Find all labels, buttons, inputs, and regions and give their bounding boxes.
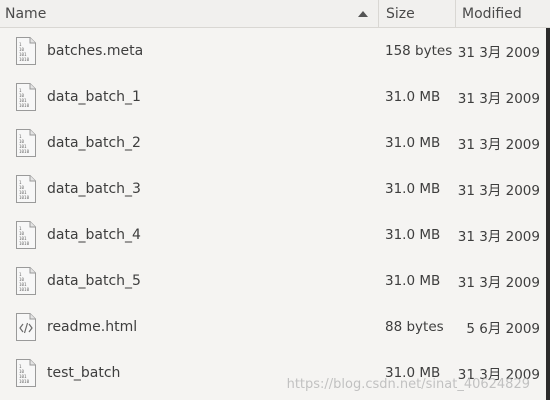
svg-text:1010: 1010 xyxy=(19,241,30,246)
file-size: 31.0 MB xyxy=(385,181,441,197)
file-size: 88 bytes xyxy=(385,319,444,335)
binary-file-icon: 1 10 101 1010 xyxy=(15,221,37,249)
file-row[interactable]: 1 10 101 1010 data_batch_1 31.0 MB 31 3月 20… xyxy=(0,74,550,120)
file-name: data_batch_5 xyxy=(47,273,141,289)
file-modified: 31 3月 2009 xyxy=(457,275,540,291)
file-row[interactable]: 1 10 101 1010 data_batch_4 31.0 MB 31 3月 20… xyxy=(0,212,550,258)
file-name: readme.html xyxy=(47,319,138,335)
svg-text:1010: 1010 xyxy=(19,57,30,62)
binary-file-icon: 1 10 101 1010 xyxy=(15,267,37,295)
sort-ascending-icon xyxy=(358,10,368,17)
file-row[interactable]: 1 10 101 1010 data_batch_2 31.0 MB 31 3月 20… xyxy=(0,120,550,166)
file-modified: 31 3月 2009 xyxy=(457,183,540,199)
column-header: Name Size Modified xyxy=(0,0,550,28)
svg-text:1010: 1010 xyxy=(19,149,30,154)
binary-file-icon: 1 10 101 1010 xyxy=(15,175,37,203)
modified-column-label: Modified xyxy=(462,5,522,22)
html-file-icon xyxy=(15,313,37,341)
size-column-label: Size xyxy=(386,5,415,22)
file-name: data_batch_3 xyxy=(47,181,141,197)
file-modified: 31 3月 2009 xyxy=(457,45,540,61)
file-name: batches.meta xyxy=(47,43,144,59)
file-modified: 5 6月 2009 xyxy=(466,321,540,337)
binary-file-icon: 1 10 101 1010 xyxy=(15,129,37,157)
file-modified: 31 3月 2009 xyxy=(457,91,540,107)
svg-text:1010: 1010 xyxy=(19,287,30,292)
svg-text:1010: 1010 xyxy=(19,103,30,108)
file-modified: 31 3月 2009 xyxy=(457,229,540,245)
svg-text:1010: 1010 xyxy=(19,195,30,200)
file-modified: 31 3月 2009 xyxy=(457,137,540,153)
file-list: 1 10 101 1010 batches.meta 158 bytes 31 3月 … xyxy=(0,28,550,396)
file-size: 158 bytes xyxy=(385,43,453,59)
file-name: data_batch_2 xyxy=(47,135,141,151)
svg-text:1010: 1010 xyxy=(19,379,30,384)
file-size: 31.0 MB xyxy=(385,135,441,151)
window-edge xyxy=(546,28,550,400)
modified-column-header[interactable]: Modified xyxy=(455,0,550,27)
file-name: data_batch_4 xyxy=(47,227,141,243)
size-column-header[interactable]: Size xyxy=(378,0,455,27)
file-row[interactable]: 1 10 101 1010 batches.meta 158 bytes 31 3月 … xyxy=(0,28,550,74)
file-size: 31.0 MB xyxy=(385,227,441,243)
file-size: 31.0 MB xyxy=(385,273,441,289)
name-column-label: Name xyxy=(5,5,47,22)
file-name: test_batch xyxy=(47,365,121,381)
file-name: data_batch_1 xyxy=(47,89,141,105)
watermark-text: https://blog.csdn.net/sinat_40624829 xyxy=(286,377,530,392)
file-row[interactable]: readme.html 88 bytes 5 6月 2009 xyxy=(0,304,550,350)
binary-file-icon: 1 10 101 1010 xyxy=(15,83,37,111)
file-row[interactable]: 1 10 101 1010 data_batch_3 31.0 MB 31 3月 20… xyxy=(0,166,550,212)
file-size: 31.0 MB xyxy=(385,89,441,105)
file-row[interactable]: 1 10 101 1010 data_batch_5 31.0 MB 31 3月 20… xyxy=(0,258,550,304)
name-column-header[interactable]: Name xyxy=(0,0,378,27)
binary-file-icon: 1 10 101 1010 xyxy=(15,37,37,65)
binary-file-icon: 1 10 101 1010 xyxy=(15,359,37,387)
